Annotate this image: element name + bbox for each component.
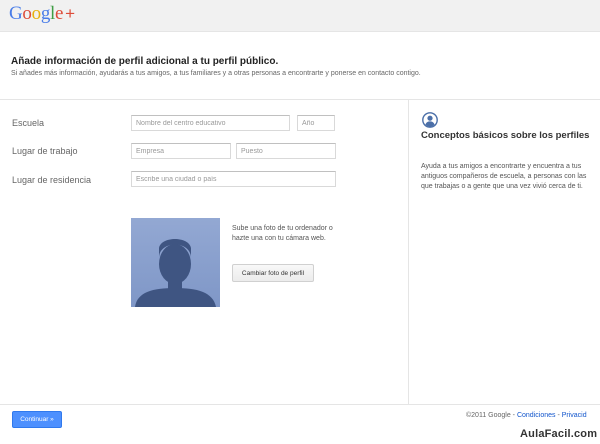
- position-input[interactable]: [236, 143, 336, 159]
- section-divider-top: [0, 99, 600, 100]
- watermark: AulaFacil.com: [520, 428, 598, 440]
- profile-photo-avatar[interactable]: [131, 218, 220, 307]
- residence-label: Lugar de residencia: [12, 175, 92, 185]
- logo-letter-g: G: [9, 3, 23, 24]
- logo-letter-o1: o: [22, 3, 32, 24]
- section-divider-bottom: [0, 404, 600, 405]
- page-title: Añade información de perfil adicional a …: [11, 56, 279, 67]
- school-label: Escuela: [12, 118, 45, 128]
- privacy-link[interactable]: Privacid: [562, 412, 587, 419]
- company-input[interactable]: [131, 143, 231, 159]
- sidebar-divider: [408, 100, 409, 404]
- change-photo-button[interactable]: Cambiar foto de perfil: [232, 264, 314, 282]
- page-subtitle: Si añades más información, ayudarás a tu…: [11, 70, 421, 77]
- continue-button[interactable]: Continuar »: [12, 411, 62, 428]
- copyright-text: ©2011 Google: [466, 412, 511, 419]
- footer-links: ©2011 Google - Condiciones - Privacid: [466, 412, 587, 419]
- photo-description: Sube una foto de tu ordenador o hazte un…: [232, 225, 333, 242]
- sidebar-text: Ayuda a tus amigos a encontrarte y encue…: [421, 163, 587, 190]
- year-input[interactable]: [297, 115, 335, 131]
- school-input[interactable]: [131, 115, 290, 131]
- logo-letter-g2: g: [40, 3, 51, 24]
- sidebar-title: Conceptos básicos sobre los perfiles: [421, 130, 590, 141]
- residence-input[interactable]: [131, 171, 336, 187]
- person-silhouette-icon: [135, 239, 216, 307]
- logo-letter-e: e: [55, 3, 64, 24]
- work-label: Lugar de trabajo: [12, 146, 78, 156]
- conditions-link[interactable]: Condiciones: [517, 412, 556, 419]
- google-plus-logo[interactable]: Google +: [9, 3, 75, 25]
- top-bar: Google +: [0, 0, 600, 32]
- logo-letter-o2: o: [31, 3, 42, 24]
- logo-plus: +: [65, 4, 75, 23]
